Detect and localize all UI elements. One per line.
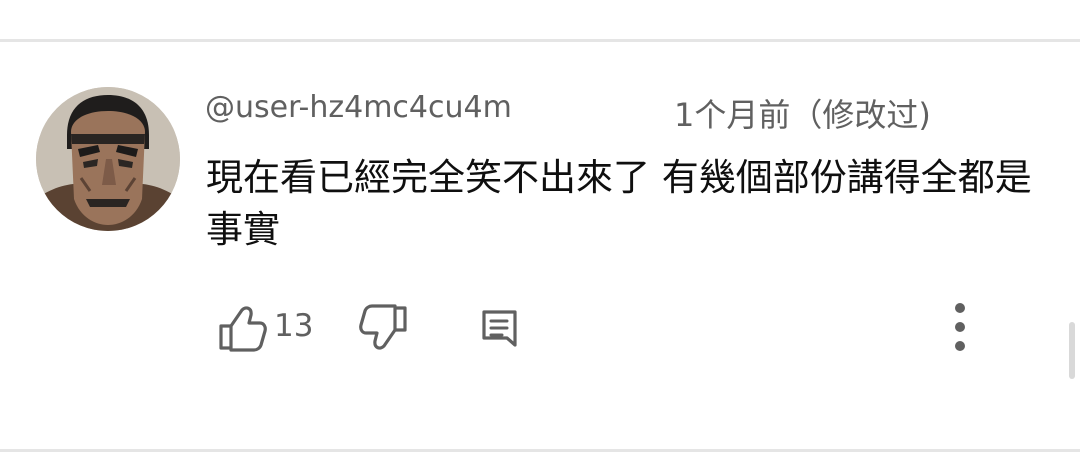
comment-reply-icon bbox=[482, 310, 517, 347]
thumb-up-icon bbox=[219, 306, 267, 352]
thumb-down-icon bbox=[359, 304, 407, 350]
bottom-divider bbox=[0, 449, 1080, 452]
avatar-image bbox=[36, 87, 180, 231]
like-button[interactable] bbox=[212, 300, 270, 356]
more-options-button[interactable] bbox=[934, 296, 986, 360]
scrollbar-thumb[interactable] bbox=[1069, 322, 1075, 379]
like-count: 13 bbox=[274, 308, 314, 344]
top-divider bbox=[0, 39, 1080, 42]
comment-author[interactable]: @user-hz4mc4cu4m bbox=[205, 88, 512, 128]
avatar[interactable] bbox=[36, 87, 180, 231]
dislike-button[interactable] bbox=[356, 300, 414, 356]
comment-text: 現在看已經完全笑不出來了 有幾個部份講得全都是事實 bbox=[206, 156, 1032, 251]
reply-button[interactable] bbox=[474, 300, 526, 356]
comment-timestamp: 1个月前（修改过) bbox=[674, 96, 931, 134]
more-vertical-icon bbox=[955, 303, 965, 351]
